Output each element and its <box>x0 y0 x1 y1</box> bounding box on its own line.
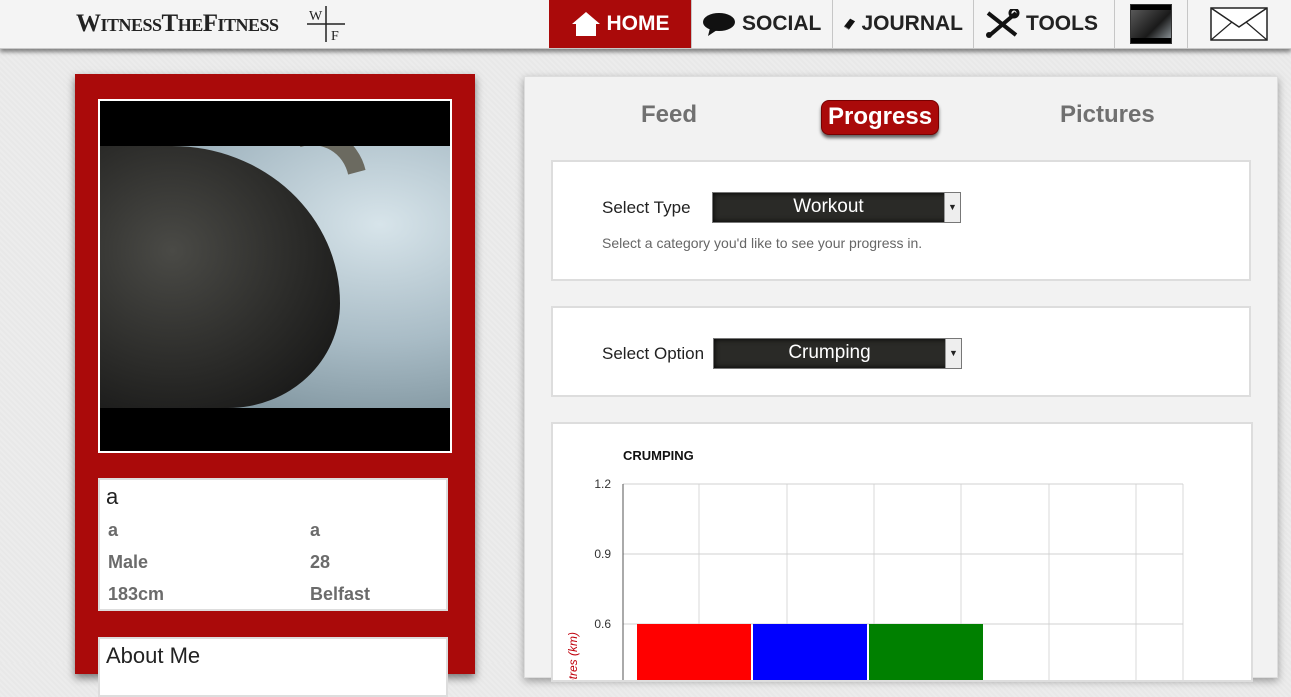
select-type-dropdown[interactable]: Workout ▼ <box>712 192 961 223</box>
select-option-card: Select Option Crumping ▼ <box>551 306 1251 397</box>
chart-bar[interactable] <box>637 623 751 697</box>
chevron-down-icon[interactable]: ▼ <box>944 193 960 222</box>
select-option-value: Crumping <box>788 342 871 363</box>
speech-bubble-icon <box>703 13 735 36</box>
nav-messages[interactable] <box>1187 0 1290 48</box>
tab-progress[interactable]: Progress <box>821 100 940 135</box>
chart-y-tick-label: 1.2 <box>594 477 611 491</box>
avatar-thumbnail <box>1130 4 1172 44</box>
nav-tools[interactable]: TOOLS <box>973 0 1114 48</box>
book-icon <box>843 18 856 30</box>
progress-chart: CRUMPING 1.2 0.9 0.6 Kilometres (km) <box>566 448 1184 697</box>
profile-photo-image <box>100 146 450 408</box>
profile-first-name: a <box>108 520 119 540</box>
profile-location: Belfast <box>310 584 371 604</box>
profile-photo[interactable] <box>98 99 452 453</box>
nav-home[interactable]: HOME <box>549 0 691 48</box>
profile-panel: a a a Male 28 183cm Belfast About Me <box>75 74 475 697</box>
nav-journal-label: JOURNAL <box>861 12 963 35</box>
site-logo[interactable]: WitnessTheFitness <box>76 10 279 38</box>
chart-title: CRUMPING <box>623 448 694 463</box>
main-nav: HOME SOCIAL JOURNAL TOOLS <box>549 0 1290 48</box>
chart-y-tick-label: 0.9 <box>594 547 611 561</box>
profile-last-name: a <box>310 520 321 540</box>
logo-mark-icon[interactable]: W F <box>305 4 347 44</box>
profile-age: 28 <box>310 552 331 572</box>
progress-chart-card: CRUMPING 1.2 0.9 0.6 Kilometres (km) <box>551 422 1253 697</box>
content-panel: Feed Progress Pictures Select Type Worko… <box>524 76 1278 697</box>
select-option-label: Select Option <box>602 344 705 363</box>
nav-journal[interactable]: JOURNAL <box>832 0 973 48</box>
chart-bar[interactable] <box>753 623 867 697</box>
top-navbar: WitnessTheFitness W F HOME SOCIAL JOURNA… <box>0 0 1291 49</box>
profile-gender: Male <box>108 552 149 572</box>
about-me-card: About Me <box>98 637 448 697</box>
logo-text: WitnessTheFitness <box>76 10 279 37</box>
select-option-dropdown[interactable]: Crumping ▼ <box>713 338 962 369</box>
chevron-down-icon[interactable]: ▼ <box>945 339 961 368</box>
chart-y-axis-label: Kilometres (km) <box>566 632 580 680</box>
nav-profile-avatar[interactable] <box>1114 0 1187 48</box>
nav-tools-label: TOOLS <box>1026 12 1098 35</box>
chart-bar[interactable] <box>869 623 983 697</box>
select-type-label: Select Type <box>602 198 691 217</box>
logo-mark-f: F <box>331 29 339 44</box>
profile-height: 183cm <box>108 584 165 604</box>
nav-home-label: HOME <box>606 12 670 35</box>
select-type-card: Select Type Workout ▼ Select a category … <box>551 160 1251 281</box>
tab-feed[interactable]: Feed <box>641 101 697 129</box>
home-icon <box>571 12 600 36</box>
logo-mark-w: W <box>309 9 323 24</box>
select-type-help: Select a category you'd like to see your… <box>602 235 923 251</box>
nav-social-label: SOCIAL <box>742 12 822 35</box>
select-type-value: Workout <box>793 196 864 217</box>
nav-social[interactable]: SOCIAL <box>691 0 832 48</box>
about-me-title: About Me <box>106 643 201 668</box>
tab-pictures[interactable]: Pictures <box>1060 101 1155 129</box>
envelope-icon <box>1210 7 1268 41</box>
chart-y-tick-label: 0.6 <box>594 617 611 631</box>
profile-info-card: a a a Male 28 183cm Belfast <box>98 478 448 611</box>
profile-name: a <box>106 484 119 509</box>
tools-icon <box>986 9 1020 38</box>
